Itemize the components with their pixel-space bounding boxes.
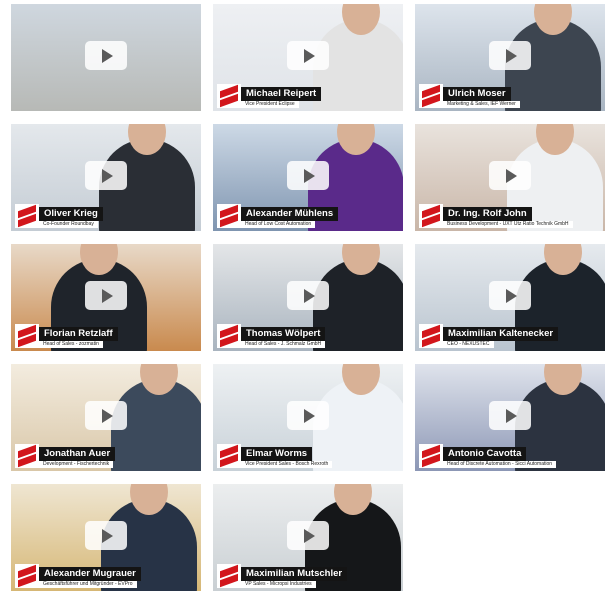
speaker-caption: Maximilian Mutschler VP Sales - Micropsi … [241, 567, 348, 588]
speaker-role: Vice President Eclipse [241, 101, 299, 108]
video-tile[interactable]: Oliver Krieg Co-Founder Roundbay [11, 124, 201, 231]
speaker-role: Development - Fischertechnik [39, 461, 114, 468]
speaker-role: Vice President Sales - Bosch Rexroth [241, 461, 333, 468]
video-tile[interactable] [11, 4, 201, 111]
lower-third: Antonio Cavotta Head of Discrete Automati… [419, 444, 557, 468]
speaker-caption: Alexander Mühlens Head of Low Cost Automa… [241, 207, 339, 228]
video-tile[interactable]: Michael Reipert Vice President Eclipse [213, 4, 403, 111]
video-tile[interactable]: Jonathan Auer Development - Fischertechni… [11, 364, 201, 471]
speaker-name: Maximilian Mutschler [241, 567, 348, 581]
lower-third: Oliver Krieg Co-Founder Roundbay [15, 204, 103, 228]
video-tile[interactable]: Alexander Mugrauer Geschäftsführer und Mi… [11, 484, 201, 591]
brand-logo-icon [419, 204, 443, 228]
lower-third: Maximilian Kaltenecker CEO - NEXUSTEC [419, 324, 559, 348]
speaker-name: Jonathan Auer [39, 447, 116, 461]
speaker-caption: Elmar Worms Vice President Sales - Bosch … [241, 447, 333, 468]
play-icon[interactable] [489, 400, 531, 430]
speaker-role: VP Sales - Micropsi Industries [241, 581, 316, 588]
play-icon[interactable] [489, 280, 531, 310]
speaker-role: Head of Discrete Automation - Sicci Auto… [443, 461, 557, 468]
play-icon[interactable] [85, 520, 127, 550]
brand-logo-icon [217, 84, 241, 108]
lower-third: Dr. Ing. Rolf John Business Development -… [419, 204, 573, 228]
speaker-role: Head of Sales - zozmatin [39, 341, 103, 348]
video-tile[interactable]: Maximilian Mutschler VP Sales - Micropsi … [213, 484, 403, 591]
brand-logo-icon [15, 564, 39, 588]
play-icon[interactable] [85, 160, 127, 190]
speaker-caption: Ulrich Moser Marketing & Sales, IEF Werne… [443, 87, 520, 108]
speaker-role: Business Development - UXT Utz Ratio Tec… [443, 221, 573, 228]
play-icon[interactable] [489, 160, 531, 190]
play-icon[interactable] [85, 40, 127, 70]
speaker-name: Alexander Mühlens [241, 207, 339, 221]
speaker-name: Florian Retzlaff [39, 327, 118, 341]
speaker-name: Oliver Krieg [39, 207, 103, 221]
video-tile[interactable]: Antonio Cavotta Head of Discrete Automati… [415, 364, 605, 471]
lower-third: Maximilian Mutschler VP Sales - Micropsi … [217, 564, 348, 588]
video-tile[interactable]: Maximilian Kaltenecker CEO - NEXUSTEC [415, 244, 605, 351]
speaker-role: Marketing & Sales, IEF Werner [443, 101, 520, 108]
brand-logo-icon [419, 84, 443, 108]
lower-third: Alexander Mugrauer Geschäftsführer und Mi… [15, 564, 141, 588]
speaker-caption: Oliver Krieg Co-Founder Roundbay [39, 207, 103, 228]
lower-third: Elmar Worms Vice President Sales - Bosch … [217, 444, 333, 468]
speaker-role: Geschäftsführer und Mitgründer - EVPro [39, 581, 137, 588]
speaker-name: Michael Reipert [241, 87, 322, 101]
brand-logo-icon [217, 564, 241, 588]
lower-third: Florian Retzlaff Head of Sales - zozmatin [15, 324, 118, 348]
speaker-name: Maximilian Kaltenecker [443, 327, 559, 341]
brand-logo-icon [15, 324, 39, 348]
brand-logo-icon [419, 324, 443, 348]
brand-logo-icon [217, 324, 241, 348]
video-tile[interactable]: Dr. Ing. Rolf John Business Development -… [415, 124, 605, 231]
speaker-name: Alexander Mugrauer [39, 567, 141, 581]
speaker-role: CEO - NEXUSTEC [443, 341, 494, 348]
brand-logo-icon [15, 204, 39, 228]
play-icon[interactable] [489, 40, 531, 70]
speaker-role: Head of Low Cost Automation [241, 221, 316, 228]
video-tile[interactable]: Ulrich Moser Marketing & Sales, IEF Werne… [415, 4, 605, 111]
video-tile[interactable]: Alexander Mühlens Head of Low Cost Automa… [213, 124, 403, 231]
speaker-name: Antonio Cavotta [443, 447, 527, 461]
speaker-role: Head of Sales - J. Schmalz GmbH [241, 341, 326, 348]
speaker-name: Dr. Ing. Rolf John [443, 207, 532, 221]
speaker-caption: Maximilian Kaltenecker CEO - NEXUSTEC [443, 327, 559, 348]
brand-logo-icon [217, 444, 241, 468]
speaker-caption: Antonio Cavotta Head of Discrete Automati… [443, 447, 557, 468]
speaker-name: Elmar Worms [241, 447, 313, 461]
lower-third: Alexander Mühlens Head of Low Cost Automa… [217, 204, 339, 228]
speaker-caption: Thomas Wölpert Head of Sales - J. Schmalz… [241, 327, 326, 348]
lower-third: Thomas Wölpert Head of Sales - J. Schmalz… [217, 324, 326, 348]
speaker-caption: Dr. Ing. Rolf John Business Development -… [443, 207, 573, 228]
play-icon[interactable] [287, 520, 329, 550]
brand-logo-icon [217, 204, 241, 228]
brand-logo-icon [15, 444, 39, 468]
speaker-caption: Michael Reipert Vice President Eclipse [241, 87, 322, 108]
play-icon[interactable] [287, 160, 329, 190]
speaker-caption: Alexander Mugrauer Geschäftsführer und Mi… [39, 567, 141, 588]
lower-third: Jonathan Auer Development - Fischertechni… [15, 444, 116, 468]
speaker-role: Co-Founder Roundbay [39, 221, 98, 228]
play-icon[interactable] [287, 40, 329, 70]
video-tile[interactable]: Florian Retzlaff Head of Sales - zozmatin [11, 244, 201, 351]
speaker-name: Thomas Wölpert [241, 327, 326, 341]
lower-third: Ulrich Moser Marketing & Sales, IEF Werne… [419, 84, 520, 108]
speaker-name: Ulrich Moser [443, 87, 511, 101]
play-icon[interactable] [85, 280, 127, 310]
play-icon[interactable] [287, 280, 329, 310]
speaker-caption: Florian Retzlaff Head of Sales - zozmatin [39, 327, 118, 348]
play-icon[interactable] [287, 400, 329, 430]
video-tile[interactable]: Thomas Wölpert Head of Sales - J. Schmalz… [213, 244, 403, 351]
video-tile[interactable]: Elmar Worms Vice President Sales - Bosch … [213, 364, 403, 471]
play-icon[interactable] [85, 400, 127, 430]
speaker-caption: Jonathan Auer Development - Fischertechni… [39, 447, 116, 468]
lower-third: Michael Reipert Vice President Eclipse [217, 84, 322, 108]
brand-logo-icon [419, 444, 443, 468]
